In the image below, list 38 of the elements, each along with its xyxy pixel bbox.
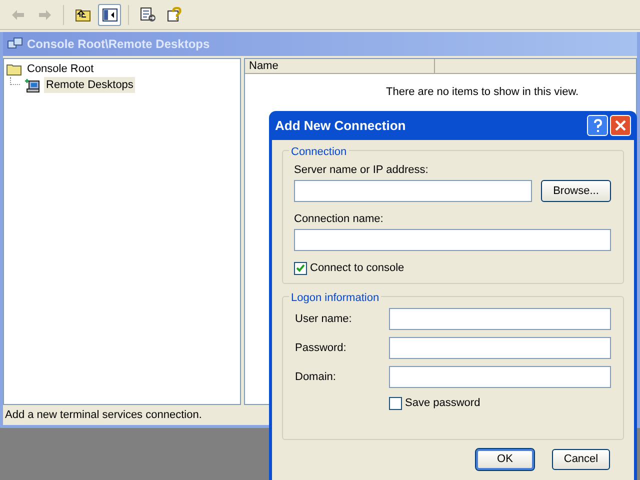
computer-icon bbox=[23, 78, 41, 92]
list-export-icon bbox=[140, 7, 156, 22]
question-mark-icon bbox=[592, 118, 602, 132]
check-icon bbox=[296, 264, 305, 272]
field-label: Server name or IP address: bbox=[294, 163, 430, 176]
help-icon bbox=[166, 7, 182, 22]
tree-item[interactable]: Console Root bbox=[25, 60, 96, 78]
status-text: Add a new terminal services connection. bbox=[4, 408, 203, 423]
empty-message: There are no items to show in this view. bbox=[385, 85, 580, 100]
computers-icon bbox=[7, 37, 23, 51]
connection-name-field[interactable] bbox=[294, 229, 611, 251]
close-icon bbox=[615, 120, 626, 131]
back-arrow-icon bbox=[10, 8, 24, 20]
field-label: Connection name: bbox=[294, 212, 384, 225]
server-field[interactable] bbox=[294, 180, 532, 202]
checkbox-label: Save password bbox=[405, 396, 480, 411]
checkbox[interactable] bbox=[389, 396, 402, 410]
field-label: Password: bbox=[295, 340, 348, 356]
tree-toggle-button[interactable] bbox=[98, 4, 121, 26]
tree-item[interactable]: Remote Desktops bbox=[44, 76, 136, 94]
dialog-button[interactable]: OK bbox=[476, 449, 534, 470]
checkbox[interactable] bbox=[294, 262, 307, 275]
group-legend: Logon information bbox=[289, 290, 382, 306]
input-field[interactable] bbox=[389, 337, 611, 359]
dialog-button[interactable]: Cancel bbox=[552, 449, 610, 470]
window-title: Console Root\Remote Desktops bbox=[27, 36, 210, 53]
tree-toggle-icon bbox=[102, 8, 118, 22]
input-field[interactable] bbox=[389, 366, 611, 388]
close-button[interactable] bbox=[610, 115, 631, 136]
folder-icon bbox=[6, 62, 22, 76]
forward-arrow-icon bbox=[38, 8, 52, 20]
folder-up-icon bbox=[74, 8, 90, 22]
input-field[interactable] bbox=[389, 308, 611, 330]
field-label: Domain: bbox=[295, 370, 337, 385]
browse-button[interactable]: Browse... bbox=[541, 180, 611, 202]
checkbox-label: Connect to console bbox=[310, 261, 404, 276]
field-label: User name: bbox=[295, 312, 353, 327]
dialog-title: Add New Connection bbox=[275, 116, 407, 135]
